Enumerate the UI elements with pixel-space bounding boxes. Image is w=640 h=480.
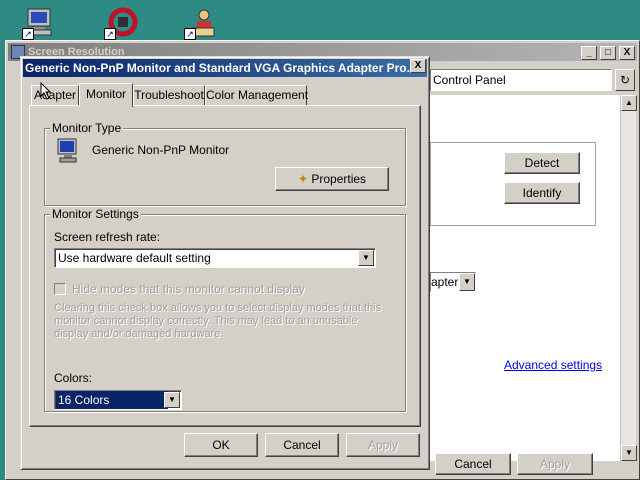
advanced-settings-link[interactable]: Advanced settings: [504, 358, 602, 372]
mouse-cursor-icon: [40, 82, 52, 100]
dialog-close-button[interactable]: X: [410, 59, 426, 73]
display-combo[interactable]: apter ▼: [430, 272, 476, 292]
identify-button[interactable]: Identify: [504, 182, 580, 204]
dialog-titlebar: Generic Non-PnP Monitor and Standard VGA…: [23, 59, 427, 77]
scroll-up-icon[interactable]: ▲: [621, 95, 637, 111]
network-icon[interactable]: ↗: [104, 4, 140, 40]
dialog-title: Generic Non-PnP Monitor and Standard VGA…: [25, 61, 417, 75]
properties-button-label: Properties: [311, 172, 367, 186]
colors-label: Colors:: [54, 371, 93, 385]
description-line: Clearing this check box allows you to se…: [54, 302, 382, 314]
refresh-rate-select[interactable]: Use hardware default setting ▼: [54, 248, 376, 268]
adapter-properties-dialog: Generic Non-PnP Monitor and Standard VGA…: [20, 56, 430, 470]
ok-button[interactable]: OK: [184, 433, 258, 457]
close-button[interactable]: X: [619, 46, 635, 60]
bg-apply-button[interactable]: Apply: [517, 453, 593, 475]
colors-select[interactable]: 16 Colors ▼: [54, 390, 182, 410]
refresh-rate-value: Use hardware default setting: [58, 251, 211, 265]
hide-modes-checkbox[interactable]: [54, 283, 66, 295]
shortcut-arrow-icon: ↗: [184, 28, 196, 40]
vertical-scrollbar[interactable]: ▲ ▼: [620, 95, 637, 461]
description-line: monitor cannot display correctly. This m…: [54, 315, 358, 327]
refresh-rate-label: Screen refresh rate:: [54, 230, 161, 244]
shortcut-arrow-icon: ↗: [22, 28, 34, 40]
monitor-settings-label: Monitor Settings: [50, 207, 141, 221]
bg-cancel-button[interactable]: Cancel: [435, 453, 511, 475]
chevron-down-icon[interactable]: ▼: [358, 250, 374, 266]
tab-adapter[interactable]: Adapter: [31, 85, 79, 105]
shortcut-arrow-icon: ↗: [104, 28, 116, 40]
address-bar[interactable]: Control Panel: [430, 69, 612, 91]
monitor-name: Generic Non-PnP Monitor: [92, 143, 230, 157]
colors-value: 16 Colors: [56, 391, 168, 409]
chevron-down-icon[interactable]: ▼: [164, 392, 180, 408]
hide-modes-label: Hide modes that this monitor cannot disp…: [72, 282, 305, 296]
refresh-icon: ↻: [619, 73, 631, 87]
hide-modes-description: Clearing this check box allows you to se…: [54, 302, 381, 341]
tab-color-management[interactable]: Color Management: [205, 85, 308, 105]
cancel-button[interactable]: Cancel: [265, 433, 339, 457]
apply-button[interactable]: Apply: [346, 433, 420, 457]
display-combo-value: apter: [431, 275, 459, 289]
maximize-button[interactable]: □: [600, 46, 616, 60]
description-line: display and/or damaged hardware.: [54, 328, 224, 340]
scroll-down-icon[interactable]: ▼: [621, 445, 637, 461]
monitor-type-label: Monitor Type: [50, 121, 124, 135]
tab-monitor[interactable]: Monitor: [79, 83, 133, 107]
detect-button[interactable]: Detect: [504, 152, 580, 174]
monitor-tab-panel: Monitor Type Generic Non-PnP Monitor ✦ P…: [29, 105, 421, 427]
tab-troubleshoot[interactable]: Troubleshoot: [133, 85, 205, 105]
properties-button[interactable]: ✦ Properties: [275, 167, 389, 191]
my-computer-icon[interactable]: ↗: [22, 4, 58, 40]
chevron-down-icon[interactable]: ▼: [459, 273, 475, 291]
shield-icon: ✦: [297, 172, 308, 186]
refresh-button[interactable]: ↻: [615, 69, 635, 91]
monitor-icon: [57, 138, 77, 163]
user-icon[interactable]: ↗: [184, 4, 220, 40]
minimize-button[interactable]: _: [581, 46, 597, 60]
